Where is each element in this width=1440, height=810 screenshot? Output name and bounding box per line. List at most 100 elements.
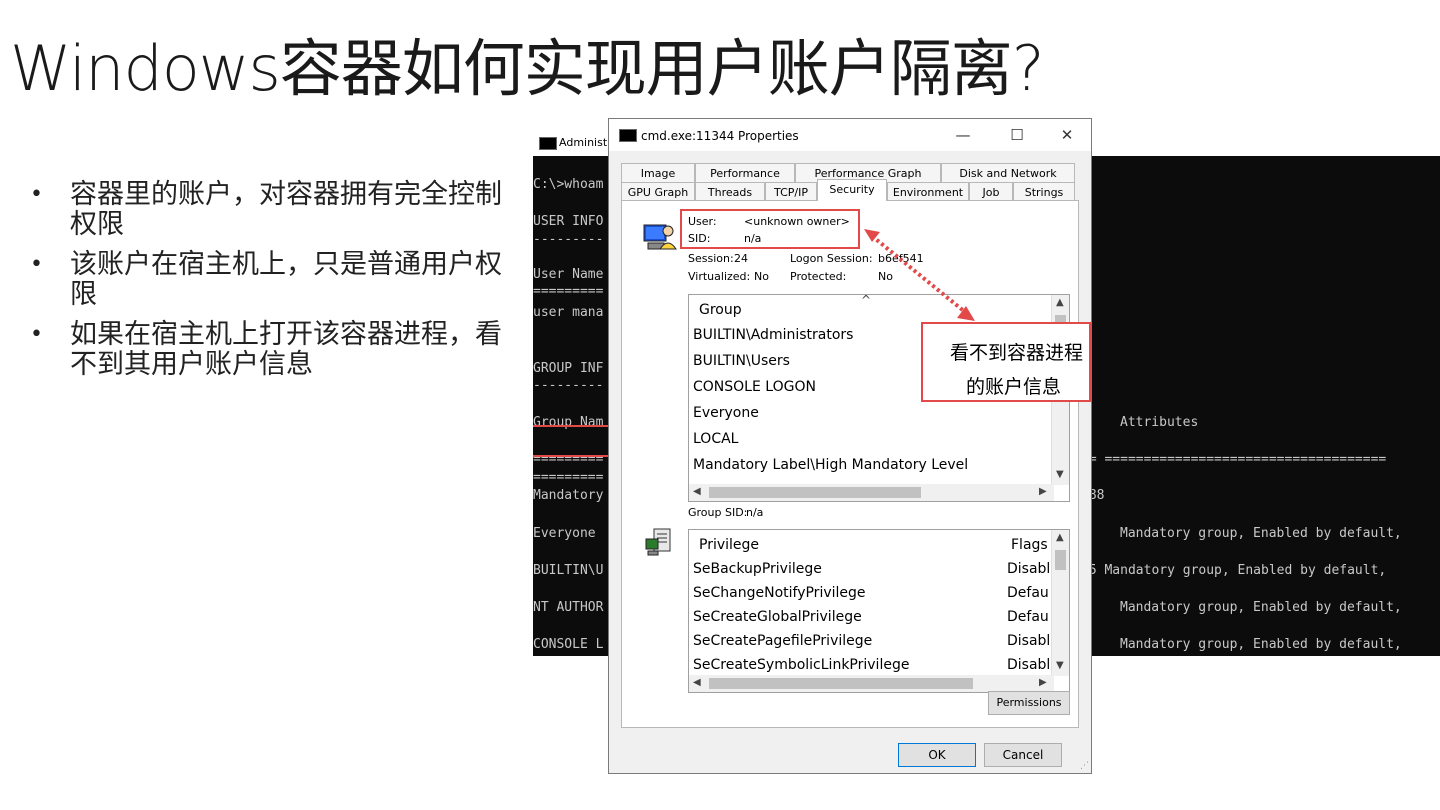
privilege-column-header[interactable]: Privilege [699,537,759,553]
scroll-up-icon[interactable]: ▲ [1056,297,1064,308]
group-list-hscrollbar[interactable]: ◀ ▶ [689,484,1054,501]
permissions-button[interactable]: Permissions [988,691,1070,715]
console-line: --------- [533,232,604,247]
privilege-flag: Defau [1007,585,1049,601]
privilege-list-vscrollbar[interactable]: ▲ ▼ [1051,530,1069,676]
scroll-left-icon[interactable]: ◀ [693,677,701,688]
tab-performance[interactable]: Performance [695,163,795,182]
protected-label: Protected: [790,270,847,283]
privilege-list[interactable]: Privilege Flags SeBackupPrivilege Disabl… [688,529,1070,693]
group-sid-value: n/a [746,506,764,519]
privilege-row[interactable]: SeCreateSymbolicLinkPrivilege [693,657,909,673]
console-app-icon [539,137,557,150]
logon-session-label: Logon Session: [790,252,873,265]
privilege-row[interactable]: SeChangeNotifyPrivilege [693,585,866,601]
console-attributes-header: Attributes [1120,415,1199,430]
tab-environment[interactable]: Environment [887,182,969,201]
bullet-item: • 容器里的账户，对容器拥有完全控制权限 [30,180,510,240]
privilege-flag: Defau [1007,609,1049,625]
maximize-button[interactable]: ☐ [1007,125,1027,145]
console-line: BUILTIN\U [533,563,604,578]
bullet-dot: • [30,322,43,347]
console-attr-row: Mandatory group, Enabled by default, [1120,637,1402,652]
tab-security[interactable]: Security [817,179,887,201]
flags-column-header[interactable]: Flags [1011,537,1048,553]
bullet-text: 如果在宿主机上打开该容器进程，看不到其用户账户信息 [70,319,502,380]
cancel-button[interactable]: Cancel [984,743,1062,767]
group-sid-label: Group SID: [688,506,748,519]
tab-gpu-graph[interactable]: GPU Graph [621,182,695,201]
bullet-dot: • [30,252,43,277]
console-line: Mandatory [533,488,604,503]
sort-up-icon: ^ [861,294,872,307]
scroll-right-icon[interactable]: ▶ [1039,486,1047,497]
console-attr-row: 45 Mandatory group, Enabled by default, [1081,563,1387,578]
privilege-flag: Disabl [1007,561,1051,577]
privilege-flag: Disabl [1007,633,1051,649]
scroll-down-icon[interactable]: ▼ [1056,469,1064,480]
group-row[interactable]: BUILTIN\Users [693,353,790,369]
console-line: User Name [533,267,604,282]
close-button[interactable]: ✕ [1057,125,1077,145]
group-row[interactable]: Mandatory Label\High Mandatory Level [693,457,968,473]
console-separator: == ==================================== [1081,452,1387,467]
privilege-flag: Disabl [1007,657,1051,673]
console-attr-row: Mandatory group, Enabled by default, [1120,526,1402,541]
user-sid-highlight [680,209,860,249]
tab-tcp-ip[interactable]: TCP/IP [765,182,817,201]
scroll-thumb[interactable] [1055,550,1066,570]
security-tab-panel: User: <unknown owner> SID: n/a Session: … [621,200,1079,728]
session-value: 24 [734,252,748,265]
user-computer-icon [643,224,677,250]
console-line: C:\>whoam [533,177,604,192]
resize-grip-icon[interactable]: ⋰ [1080,761,1089,771]
callout-text-line2: 的账户信息 [965,376,1061,398]
logon-session-value: b6ef541 [878,252,924,265]
scroll-right-icon[interactable]: ▶ [1039,677,1047,688]
console-line: user mana [533,305,604,320]
console-line: ========= [533,470,604,485]
cmd-app-icon [619,129,637,142]
protected-value: No [878,270,893,283]
scroll-thumb[interactable] [709,487,921,498]
virtualized-label: Virtualized: [688,270,751,283]
bullet-dot: • [30,182,43,207]
console-line: --------- [533,378,604,393]
scroll-thumb[interactable] [709,678,973,689]
privilege-row[interactable]: SeCreateGlobalPrivilege [693,609,862,625]
console-line: Everyone [533,526,596,541]
console-line: NT AUTHOR [533,600,604,615]
bullet-item: • 该账户在宿主机上，只是普通用户权限 [30,250,510,310]
user-name-highlight [533,425,611,457]
privilege-list-hscrollbar[interactable]: ◀ ▶ [689,675,1054,692]
tab-image[interactable]: Image [621,163,695,182]
dialog-titlebar[interactable]: cmd.exe:11344 Properties — ☐ ✕ [609,119,1091,151]
callout-box: 看不到容器进程 的账户信息 [921,322,1091,402]
scroll-left-icon[interactable]: ◀ [693,486,701,497]
group-row[interactable]: Everyone [693,405,759,421]
scroll-up-icon[interactable]: ▲ [1056,532,1064,543]
ok-button[interactable]: OK [898,743,976,767]
slide-title: Windows容器如何实现用户账户隔离? [10,32,1045,105]
privileges-icon [645,528,671,556]
callout-text-line1: 看不到容器进程 [949,342,1083,364]
console-line: ========= [533,284,604,299]
tab-job[interactable]: Job [969,182,1013,201]
console-attr-row: Mandatory group, Enabled by default, [1120,600,1402,615]
tab-disk-and-network[interactable]: Disk and Network [941,163,1075,182]
privilege-row[interactable]: SeBackupPrivilege [693,561,822,577]
group-row[interactable]: CONSOLE LOGON [693,379,816,395]
privilege-row[interactable]: SeCreatePagefilePrivilege [693,633,872,649]
group-row[interactable]: LOCAL [693,431,738,447]
tab-strings[interactable]: Strings [1013,182,1075,201]
group-column-header[interactable]: Group [699,302,742,318]
dialog-title: cmd.exe:11344 Properties [641,129,799,143]
minimize-button[interactable]: — [953,125,973,145]
tab-threads[interactable]: Threads [695,182,765,201]
console-line: USER INFO [533,214,604,229]
group-row[interactable]: BUILTIN\Administrators [693,327,853,343]
properties-dialog[interactable]: cmd.exe:11344 Properties — ☐ ✕ Image Per… [608,118,1092,774]
session-label: Session: [688,252,734,265]
bullet-text: 该账户在宿主机上，只是普通用户权限 [70,249,502,310]
scroll-down-icon[interactable]: ▼ [1056,660,1064,671]
